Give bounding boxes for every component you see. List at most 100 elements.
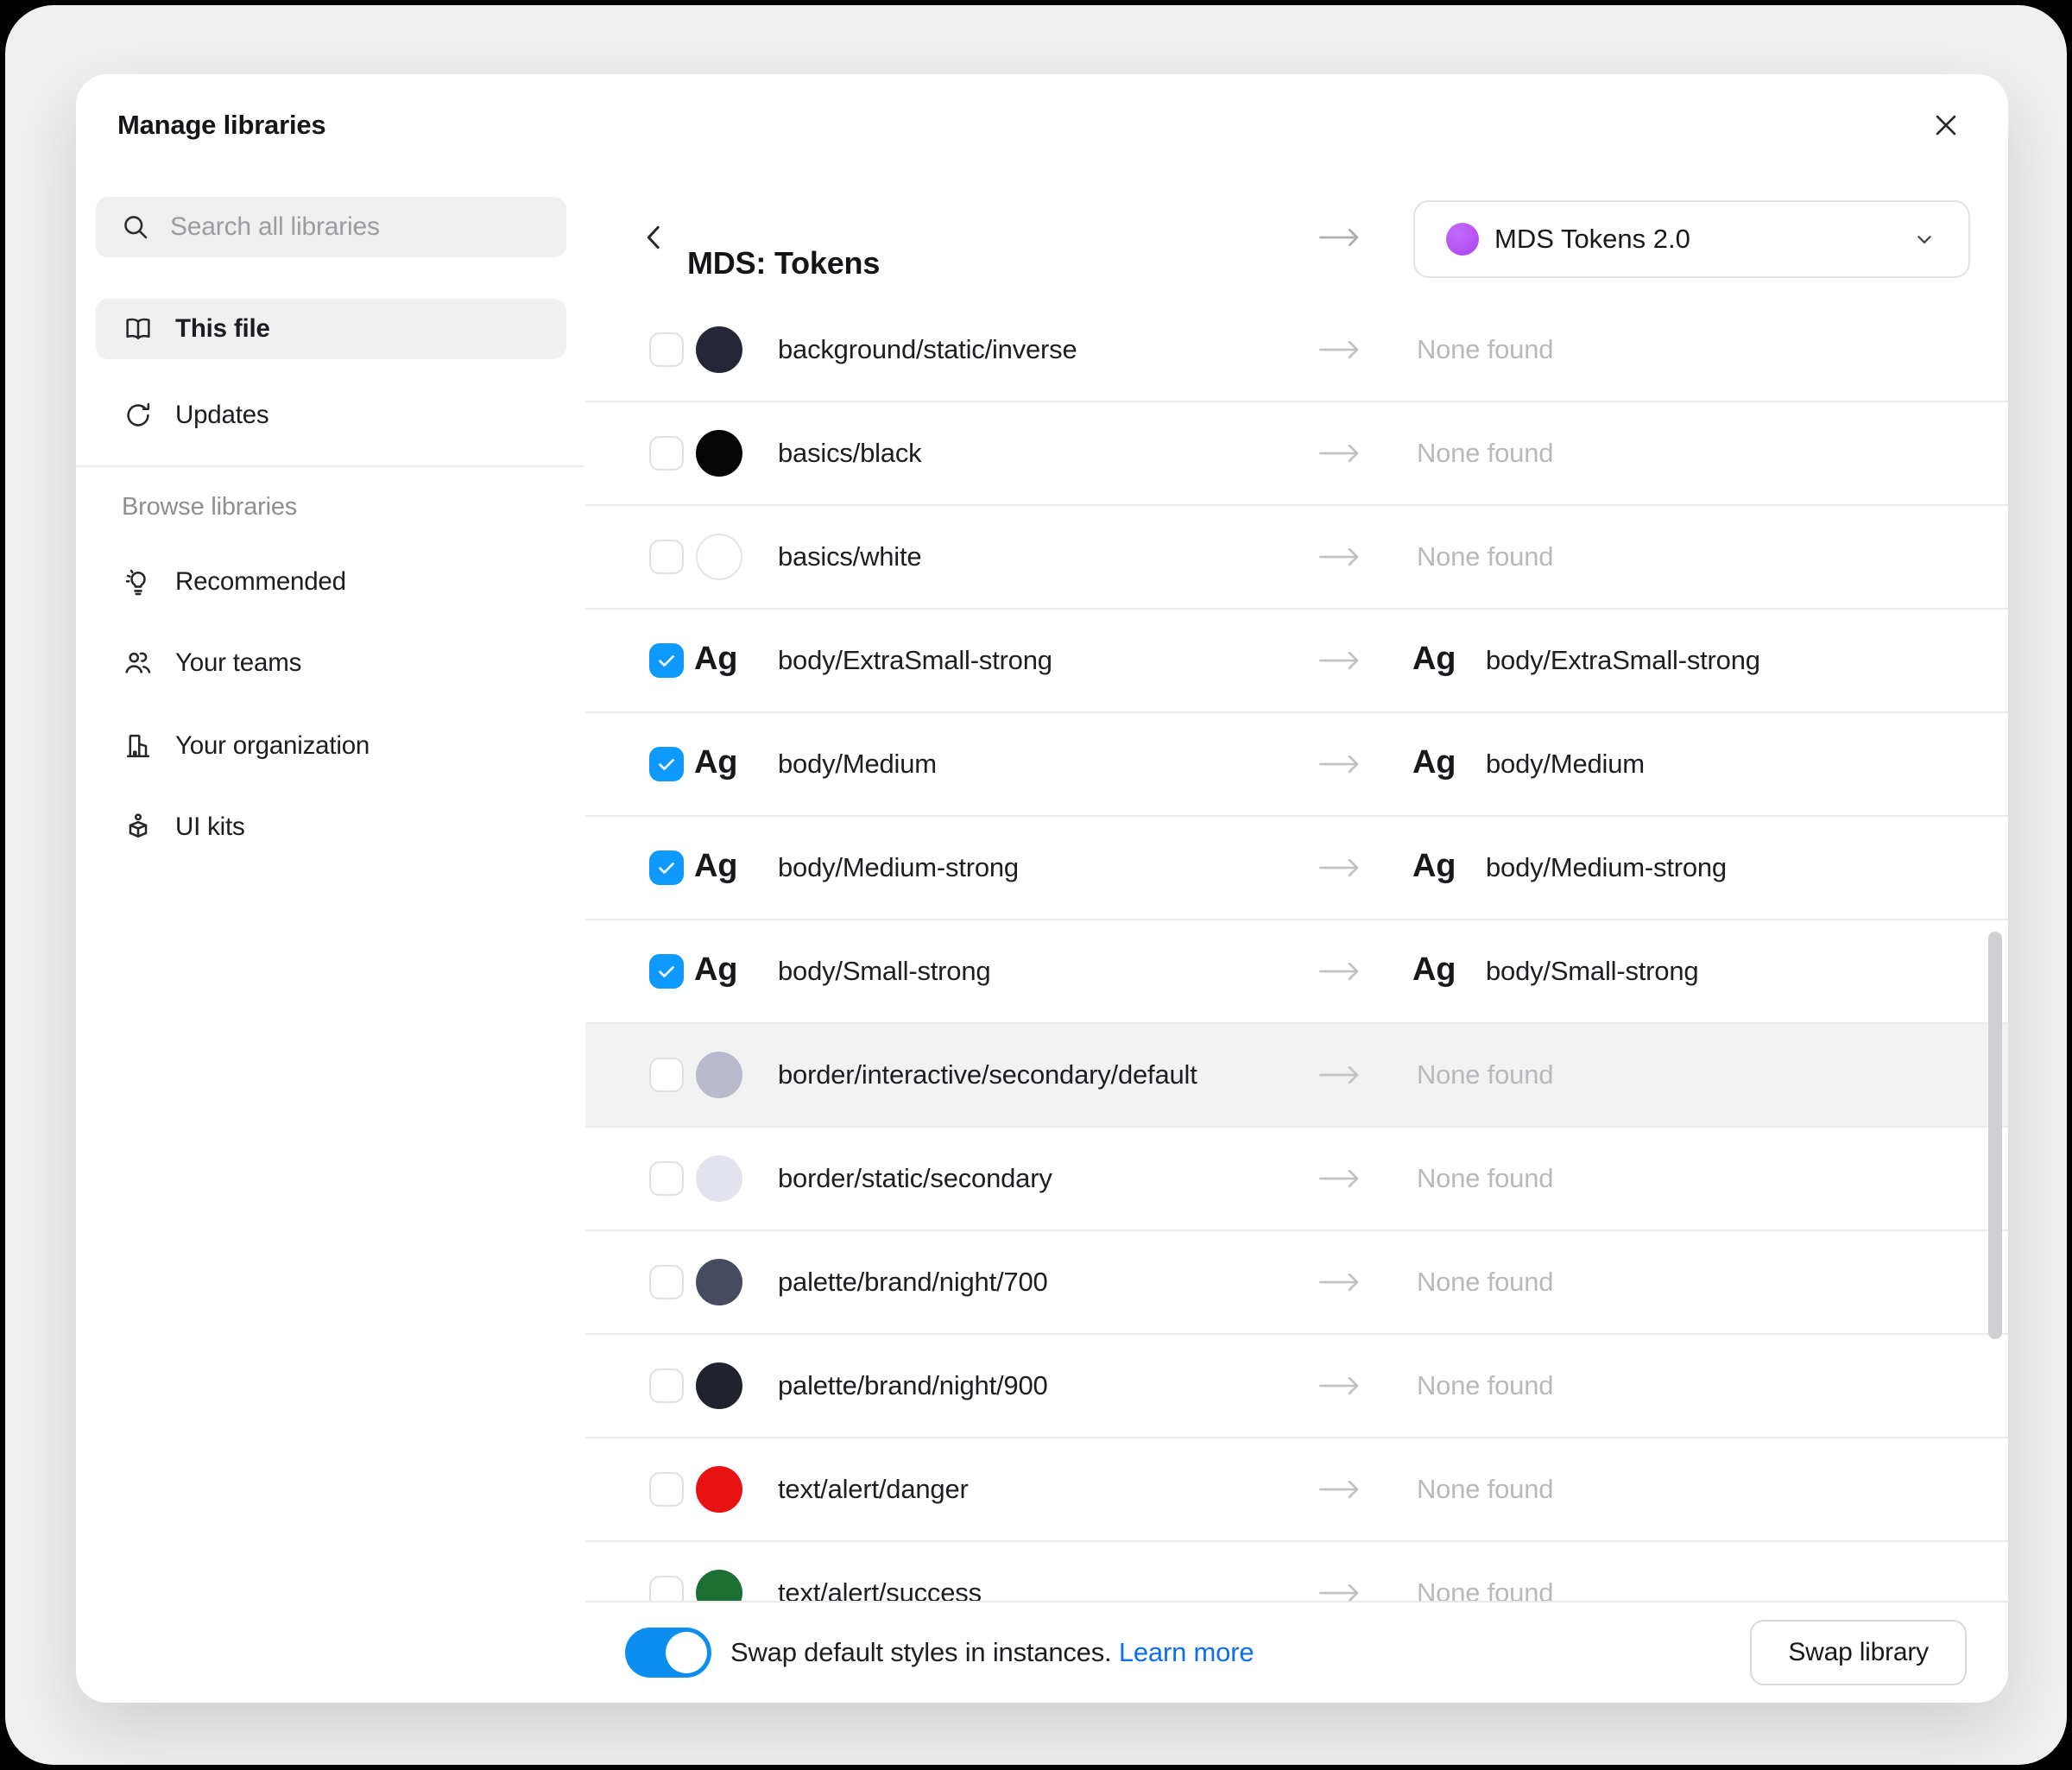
toggle-label: Swap default styles in instances. bbox=[730, 1637, 1111, 1667]
row-checkbox[interactable] bbox=[649, 1265, 684, 1299]
color-swatch-icon bbox=[696, 326, 742, 373]
row-label: palette/brand/night/700 bbox=[778, 1267, 1048, 1298]
row-checkbox[interactable] bbox=[649, 643, 684, 678]
row-checkbox[interactable] bbox=[649, 1058, 684, 1092]
swap-library-button[interactable]: Swap library bbox=[1750, 1620, 1967, 1685]
style-list: background/static/inverseNone foundbasic… bbox=[585, 299, 2008, 1703]
target-library-dropdown[interactable]: MDS Tokens 2.0 bbox=[1413, 200, 1970, 278]
row-mapping-result: body/Medium bbox=[1486, 749, 1645, 780]
cube-icon bbox=[122, 811, 155, 844]
row-mapping-result: None found bbox=[1417, 1267, 1553, 1298]
row-checkbox[interactable] bbox=[649, 1369, 684, 1403]
row-label: border/interactive/secondary/default bbox=[778, 1059, 1197, 1090]
learn-more-link[interactable]: Learn more bbox=[1119, 1637, 1254, 1667]
style-row[interactable]: palette/brand/night/900None found bbox=[585, 1335, 2008, 1438]
search-input[interactable] bbox=[168, 212, 549, 243]
toggle-knob bbox=[666, 1632, 707, 1673]
chevron-down-icon bbox=[1913, 228, 1936, 250]
sidebar-item-ui-kits[interactable]: UI kits bbox=[96, 797, 566, 857]
text-style-specimen: Ag bbox=[1412, 848, 1456, 885]
sidebar-item-your-teams[interactable]: Your teams bbox=[96, 633, 566, 693]
browse-libraries-heading: Browse libraries bbox=[122, 493, 297, 522]
row-label: body/Medium-strong bbox=[778, 852, 1019, 883]
arrow-right-icon bbox=[1315, 1269, 1365, 1295]
style-row[interactable]: border/static/secondaryNone found bbox=[585, 1128, 2008, 1231]
row-mapping-result: None found bbox=[1417, 334, 1553, 365]
dialog-header: Manage libraries bbox=[76, 74, 2008, 178]
row-label: body/Medium bbox=[778, 749, 937, 780]
arrow-right-icon bbox=[1315, 751, 1365, 777]
scrollbar-thumb[interactable] bbox=[1988, 932, 2002, 1339]
sidebar-item-this-file[interactable]: This file bbox=[96, 299, 566, 359]
style-row[interactable]: Agbody/Medium-strongAgbody/Medium-strong bbox=[585, 817, 2008, 920]
row-mapping-result: None found bbox=[1417, 438, 1553, 469]
sidebar-divider bbox=[76, 465, 584, 467]
row-checkbox[interactable] bbox=[649, 436, 684, 471]
sidebar-item-recommended[interactable]: Recommended bbox=[96, 552, 566, 612]
arrow-right-icon bbox=[1315, 958, 1365, 984]
row-label: body/ExtraSmall-strong bbox=[778, 645, 1052, 676]
back-button[interactable] bbox=[630, 213, 679, 262]
arrow-right-icon bbox=[1315, 1062, 1365, 1088]
row-label: text/alert/danger bbox=[778, 1474, 969, 1505]
search-icon bbox=[120, 212, 151, 243]
color-swatch-icon bbox=[696, 1466, 742, 1513]
row-label: body/Small-strong bbox=[778, 956, 990, 987]
row-mapping-result: None found bbox=[1417, 1474, 1553, 1505]
row-label: basics/black bbox=[778, 438, 921, 469]
building-icon bbox=[122, 730, 155, 762]
row-mapping-result: None found bbox=[1417, 1163, 1553, 1194]
style-row[interactable]: Agbody/Small-strongAgbody/Small-strong bbox=[585, 920, 2008, 1024]
row-label: background/static/inverse bbox=[778, 334, 1077, 365]
library-title: MDS: Tokens bbox=[687, 245, 880, 281]
arrow-right-icon bbox=[1315, 1373, 1365, 1399]
close-button[interactable] bbox=[1918, 98, 1974, 153]
main-panel: MDS: Tokens MDS Tokens 2.0 background/st… bbox=[585, 176, 2008, 1703]
style-row[interactable]: basics/white None found bbox=[585, 506, 2008, 610]
book-open-icon bbox=[122, 313, 155, 345]
check-icon bbox=[654, 752, 679, 776]
row-mapping-result: None found bbox=[1417, 541, 1553, 572]
row-checkbox[interactable] bbox=[649, 540, 684, 574]
arrow-right-icon bbox=[1315, 1476, 1365, 1502]
swap-defaults-toggle[interactable] bbox=[625, 1628, 711, 1678]
search-box[interactable] bbox=[96, 197, 566, 257]
row-checkbox[interactable] bbox=[649, 332, 684, 367]
arrow-right-icon bbox=[1315, 1166, 1365, 1192]
row-checkbox[interactable] bbox=[649, 1472, 684, 1507]
text-style-specimen: Ag bbox=[694, 951, 737, 989]
style-row[interactable]: palette/brand/night/700 None found bbox=[585, 1231, 2008, 1335]
arrow-right-icon bbox=[1315, 544, 1365, 570]
sidebar-item-your-organization[interactable]: Your organization bbox=[96, 716, 566, 776]
row-mapping-result: body/Small-strong bbox=[1486, 956, 1698, 987]
style-row[interactable]: text/alert/danger None found bbox=[585, 1438, 2008, 1542]
style-row[interactable]: basics/black None found bbox=[585, 402, 2008, 506]
arrow-right-icon bbox=[1315, 440, 1365, 466]
text-style-specimen: Ag bbox=[694, 641, 737, 678]
row-mapping-result: None found bbox=[1417, 1059, 1553, 1090]
check-icon bbox=[654, 648, 679, 673]
arrow-right-icon bbox=[1315, 855, 1365, 881]
library-header: MDS: Tokens MDS Tokens 2.0 bbox=[585, 176, 2008, 300]
style-row[interactable]: Agbody/MediumAgbody/Medium bbox=[585, 713, 2008, 817]
color-swatch-icon bbox=[696, 1259, 742, 1305]
row-label: basics/white bbox=[778, 541, 921, 572]
style-row[interactable]: background/static/inverse None found bbox=[585, 299, 2008, 402]
check-icon bbox=[654, 959, 679, 983]
manage-libraries-dialog: Manage libraries This file Updates Browse… bbox=[76, 74, 2008, 1703]
row-mapping-result: None found bbox=[1417, 1370, 1553, 1401]
style-row[interactable]: Agbody/ExtraSmall-strongAgbody/ExtraSmal… bbox=[585, 610, 2008, 713]
arrow-right-icon bbox=[1315, 648, 1365, 673]
row-checkbox[interactable] bbox=[649, 1161, 684, 1196]
sidebar-item-updates[interactable]: Updates bbox=[96, 385, 566, 446]
row-checkbox[interactable] bbox=[649, 747, 684, 781]
row-checkbox[interactable] bbox=[649, 850, 684, 885]
sidebar: This file Updates Browse libraries Recomm… bbox=[76, 176, 587, 1703]
color-swatch-icon bbox=[696, 1155, 742, 1202]
lightbulb-icon bbox=[122, 566, 155, 598]
text-style-specimen: Ag bbox=[694, 848, 737, 885]
close-icon bbox=[1931, 111, 1961, 140]
dialog-title: Manage libraries bbox=[117, 74, 325, 176]
row-checkbox[interactable] bbox=[649, 954, 684, 989]
style-row[interactable]: border/interactive/secondary/default None… bbox=[585, 1024, 2008, 1128]
